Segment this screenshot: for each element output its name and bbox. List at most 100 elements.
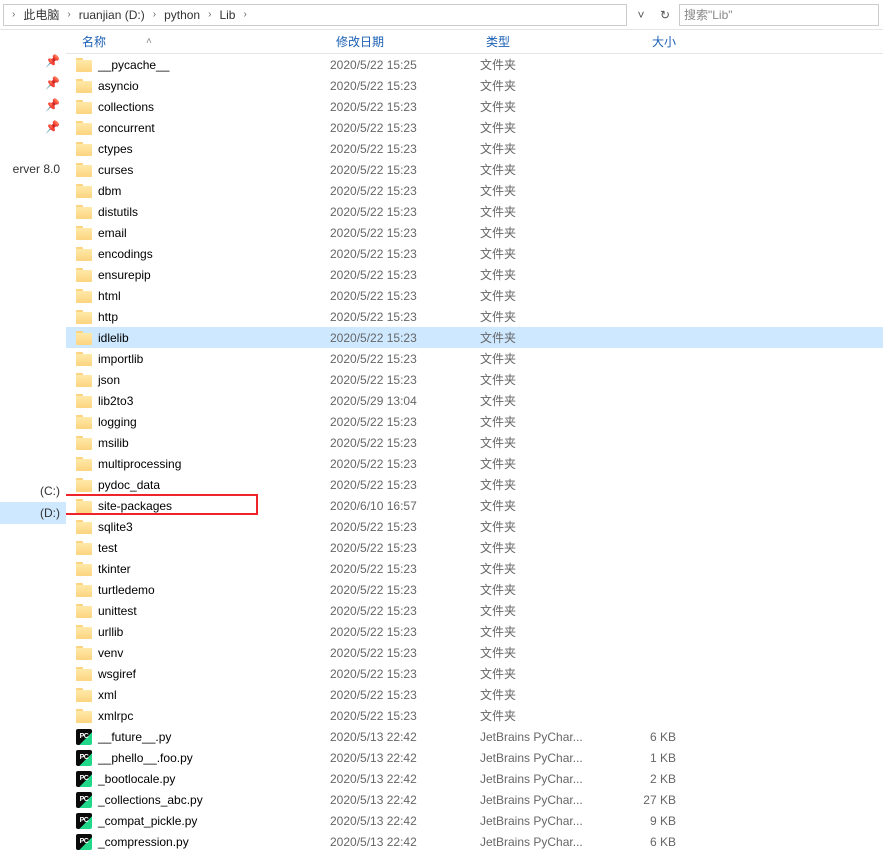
- list-item[interactable]: logging2020/5/22 15:23文件夹: [66, 411, 883, 432]
- list-item[interactable]: encodings2020/5/22 15:23文件夹: [66, 243, 883, 264]
- type-cell: 文件夹: [480, 371, 600, 388]
- list-item[interactable]: venv2020/5/22 15:23文件夹: [66, 642, 883, 663]
- file-name-cell: xmlrpc: [76, 709, 330, 723]
- list-item[interactable]: curses2020/5/22 15:23文件夹: [66, 159, 883, 180]
- pin-icon: 📌: [45, 54, 60, 68]
- list-item[interactable]: _compression.py2020/5/13 22:42JetBrains …: [66, 831, 883, 852]
- list-item[interactable]: lib2to32020/5/29 13:04文件夹: [66, 390, 883, 411]
- file-list[interactable]: __pycache__2020/5/22 15:25文件夹asyncio2020…: [66, 54, 883, 867]
- list-item[interactable]: importlib2020/5/22 15:23文件夹: [66, 348, 883, 369]
- refresh-button[interactable]: ↻: [655, 5, 675, 25]
- pycharm-file-icon: [76, 771, 92, 787]
- breadcrumb-item[interactable]: python: [160, 5, 204, 25]
- sidebar-item-c-drive[interactable]: (C:): [0, 480, 66, 502]
- column-header-size[interactable]: 大小: [600, 30, 700, 53]
- list-item[interactable]: distutils2020/5/22 15:23文件夹: [66, 201, 883, 222]
- sidebar-item-server[interactable]: erver 8.0: [0, 158, 66, 180]
- folder-icon: [76, 79, 92, 93]
- list-item[interactable]: urllib2020/5/22 15:23文件夹: [66, 621, 883, 642]
- file-name-label: encodings: [98, 247, 153, 261]
- list-item[interactable]: xml2020/5/22 15:23文件夹: [66, 684, 883, 705]
- file-name-cell: sqlite3: [76, 520, 330, 534]
- file-name-label: collections: [98, 100, 154, 114]
- type-cell: 文件夹: [480, 140, 600, 157]
- pin-icon: 📌: [45, 120, 60, 134]
- list-item[interactable]: dbm2020/5/22 15:23文件夹: [66, 180, 883, 201]
- list-item[interactable]: sqlite32020/5/22 15:23文件夹: [66, 516, 883, 537]
- folder-icon: [76, 625, 92, 639]
- breadcrumb-item[interactable]: ruanjian (D:): [75, 5, 149, 25]
- list-item[interactable]: __pycache__2020/5/22 15:25文件夹: [66, 54, 883, 75]
- chevron-right-icon: ›: [63, 9, 74, 20]
- list-item[interactable]: concurrent2020/5/22 15:23文件夹: [66, 117, 883, 138]
- list-item[interactable]: __future__.py2020/5/13 22:42JetBrains Py…: [66, 726, 883, 747]
- breadcrumb-item[interactable]: 此电脑: [19, 5, 63, 25]
- type-cell: 文件夹: [480, 413, 600, 430]
- type-cell: 文件夹: [480, 329, 600, 346]
- quick-access-pin[interactable]: 📌: [0, 116, 66, 138]
- list-item[interactable]: test2020/5/22 15:23文件夹: [66, 537, 883, 558]
- list-item[interactable]: turtledemo2020/5/22 15:23文件夹: [66, 579, 883, 600]
- type-cell: 文件夹: [480, 581, 600, 598]
- column-header-name[interactable]: 名称 ˄: [76, 30, 330, 53]
- quick-access-pin[interactable]: 📌: [0, 94, 66, 116]
- type-cell: JetBrains PyChar...: [480, 793, 600, 807]
- file-list-panel: 名称 ˄ 修改日期 类型 大小 __pycache__2020/5/22 15:…: [66, 30, 883, 867]
- modified-cell: 2020/5/22 15:23: [330, 709, 480, 723]
- modified-cell: 2020/5/22 15:23: [330, 289, 480, 303]
- file-name-label: idlelib: [98, 331, 129, 345]
- file-name-label: pydoc_data: [98, 478, 160, 492]
- file-name-label: xmlrpc: [98, 709, 133, 723]
- modified-cell: 2020/5/22 15:23: [330, 184, 480, 198]
- column-header-modified[interactable]: 修改日期: [330, 30, 480, 53]
- list-item[interactable]: xmlrpc2020/5/22 15:23文件夹: [66, 705, 883, 726]
- modified-cell: 2020/5/22 15:23: [330, 352, 480, 366]
- list-item[interactable]: unittest2020/5/22 15:23文件夹: [66, 600, 883, 621]
- history-dropdown-button[interactable]: ˅: [631, 5, 651, 25]
- type-cell: 文件夹: [480, 644, 600, 661]
- list-item[interactable]: pydoc_data2020/5/22 15:23文件夹: [66, 474, 883, 495]
- column-header-type[interactable]: 类型: [480, 30, 600, 53]
- list-item[interactable]: html2020/5/22 15:23文件夹: [66, 285, 883, 306]
- folder-icon: [76, 478, 92, 492]
- type-cell: 文件夹: [480, 56, 600, 73]
- list-item[interactable]: json2020/5/22 15:23文件夹: [66, 369, 883, 390]
- list-item[interactable]: ctypes2020/5/22 15:23文件夹: [66, 138, 883, 159]
- sidebar-item-d-drive[interactable]: (D:): [0, 502, 66, 524]
- quick-access-pin[interactable]: 📌: [0, 50, 66, 72]
- list-item[interactable]: _compat_pickle.py2020/5/13 22:42JetBrain…: [66, 810, 883, 831]
- file-name-cell: html: [76, 289, 330, 303]
- list-item[interactable]: collections2020/5/22 15:23文件夹: [66, 96, 883, 117]
- list-item[interactable]: _bootlocale.py2020/5/13 22:42JetBrains P…: [66, 768, 883, 789]
- breadcrumb[interactable]: › 此电脑 › ruanjian (D:) › python › Lib ›: [3, 4, 627, 26]
- type-cell: 文件夹: [480, 686, 600, 703]
- modified-cell: 2020/5/29 13:04: [330, 394, 480, 408]
- type-cell: 文件夹: [480, 560, 600, 577]
- list-item[interactable]: wsgiref2020/5/22 15:23文件夹: [66, 663, 883, 684]
- folder-icon: [76, 667, 92, 681]
- modified-cell: 2020/5/13 22:42: [330, 730, 480, 744]
- breadcrumb-item[interactable]: Lib: [215, 5, 239, 25]
- list-item[interactable]: _collections_abc.py2020/5/13 22:42JetBra…: [66, 789, 883, 810]
- list-item[interactable]: asyncio2020/5/22 15:23文件夹: [66, 75, 883, 96]
- pycharm-file-icon: [76, 792, 92, 808]
- list-item[interactable]: ensurepip2020/5/22 15:23文件夹: [66, 264, 883, 285]
- file-name-cell: turtledemo: [76, 583, 330, 597]
- list-item[interactable]: email2020/5/22 15:23文件夹: [66, 222, 883, 243]
- folder-icon: [76, 457, 92, 471]
- modified-cell: 2020/5/22 15:23: [330, 373, 480, 387]
- list-item[interactable]: idlelib2020/5/22 15:23文件夹: [66, 327, 883, 348]
- list-item[interactable]: msilib2020/5/22 15:23文件夹: [66, 432, 883, 453]
- list-item[interactable]: __phello__.foo.py2020/5/13 22:42JetBrain…: [66, 747, 883, 768]
- quick-access-pin[interactable]: 📌: [0, 72, 66, 94]
- modified-cell: 2020/5/22 15:23: [330, 121, 480, 135]
- list-item[interactable]: http2020/5/22 15:23文件夹: [66, 306, 883, 327]
- search-input[interactable]: 搜索"Lib": [679, 4, 879, 26]
- type-cell: 文件夹: [480, 287, 600, 304]
- file-name-label: logging: [98, 415, 137, 429]
- file-name-cell: unittest: [76, 604, 330, 618]
- list-item[interactable]: site-packages2020/6/10 16:57文件夹: [66, 495, 883, 516]
- file-name-cell: __pycache__: [76, 58, 330, 72]
- list-item[interactable]: tkinter2020/5/22 15:23文件夹: [66, 558, 883, 579]
- list-item[interactable]: multiprocessing2020/5/22 15:23文件夹: [66, 453, 883, 474]
